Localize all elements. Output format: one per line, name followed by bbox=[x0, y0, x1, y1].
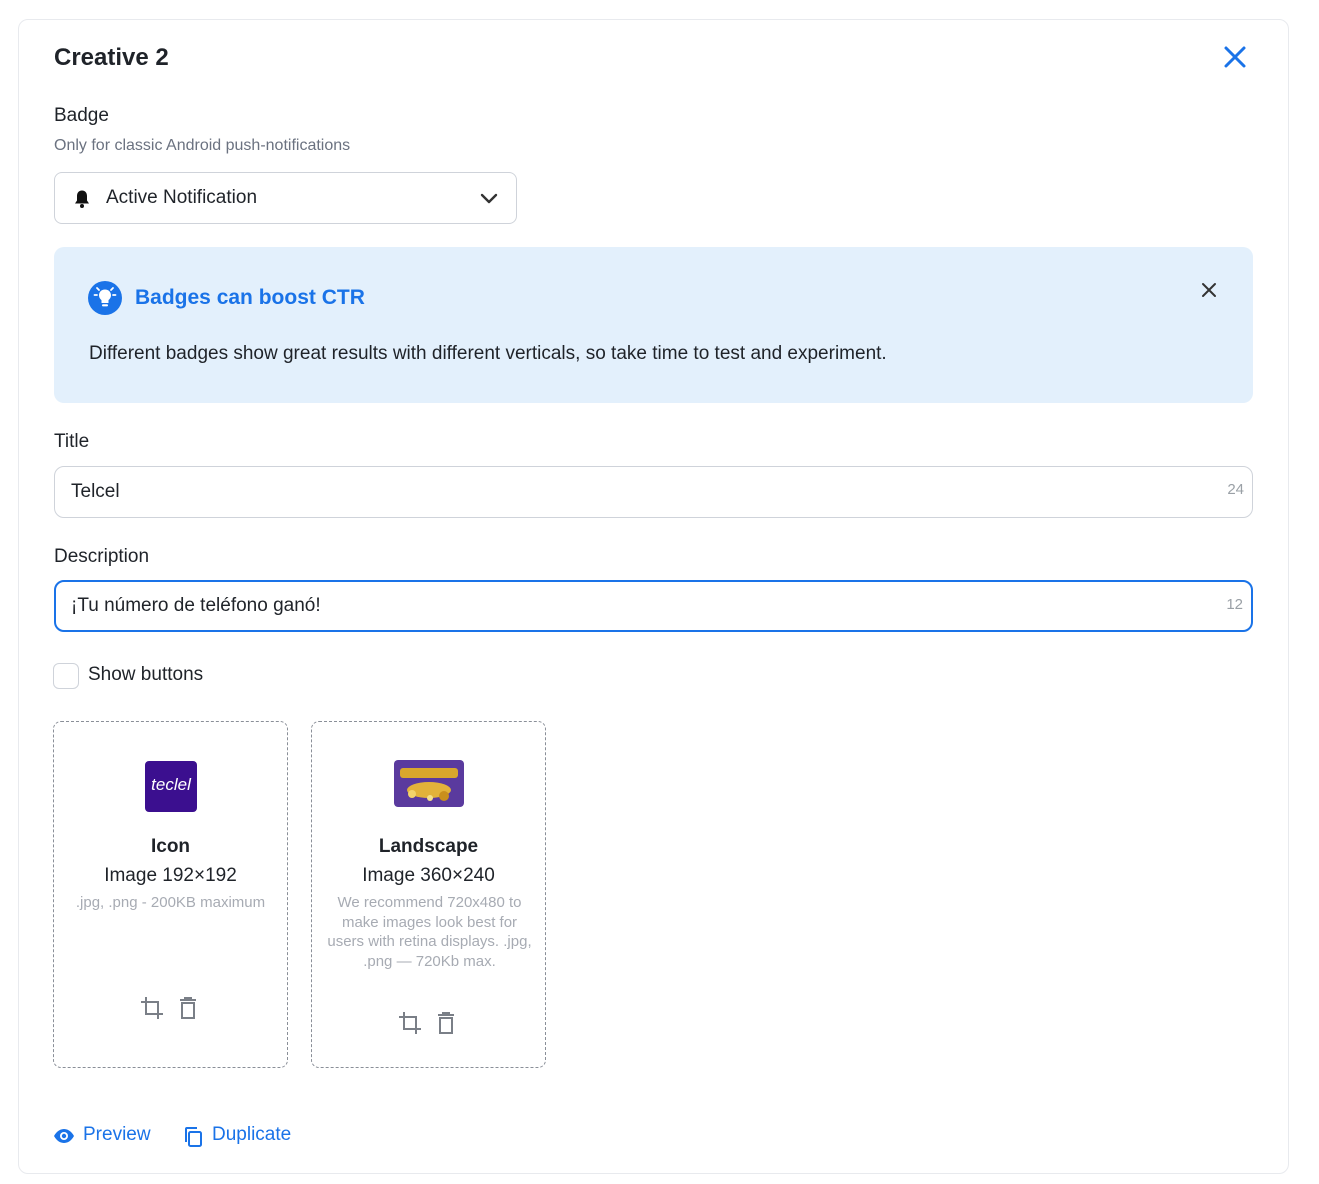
title-input[interactable]: Telcel 24 bbox=[54, 466, 1253, 518]
duplicate-button[interactable]: Duplicate bbox=[183, 1124, 303, 1150]
landscape-upload-hint: We recommend 720x480 to make images look… bbox=[327, 894, 532, 970]
title-char-counter: 24 bbox=[1227, 481, 1244, 498]
badge-selected-value: Active Notification bbox=[106, 187, 258, 208]
eye-icon bbox=[54, 1129, 74, 1143]
card-title: Creative 2 bbox=[54, 44, 169, 71]
lightbulb-icon bbox=[88, 281, 122, 315]
crop-icon[interactable] bbox=[397, 1010, 423, 1036]
preview-label: Preview bbox=[83, 1124, 151, 1145]
icon-upload-size: Image 192×192 bbox=[104, 865, 237, 886]
badge-select[interactable]: Active Notification bbox=[54, 172, 517, 224]
show-buttons-checkbox[interactable] bbox=[53, 663, 79, 689]
copy-icon bbox=[185, 1127, 202, 1147]
info-text: Different badges show great results with… bbox=[89, 343, 887, 364]
title-input-value: Telcel bbox=[71, 481, 120, 502]
title-label: Title bbox=[54, 431, 90, 452]
icon-upload-hint: .jpg, .png - 200KB maximum bbox=[75, 894, 266, 911]
info-title: Badges can boost CTR bbox=[135, 286, 365, 309]
bell-icon bbox=[75, 190, 89, 208]
icon-thumbnail-text: teclel bbox=[151, 775, 191, 794]
chevron-down-icon bbox=[480, 193, 498, 204]
duplicate-label: Duplicate bbox=[212, 1124, 292, 1145]
description-input-value: ¡Tu número de teléfono ganó! bbox=[71, 595, 321, 616]
landscape-image-thumbnail bbox=[394, 760, 464, 807]
preview-button[interactable]: Preview bbox=[53, 1124, 163, 1150]
icon-image-thumbnail: teclel bbox=[145, 761, 197, 812]
icon-upload-title: Icon bbox=[150, 836, 191, 857]
icon-upload-card[interactable]: teclel Icon Image 192×192 .jpg, .png - 2… bbox=[53, 721, 288, 1068]
close-icon[interactable] bbox=[1220, 42, 1250, 72]
landscape-upload-card[interactable]: Landscape Image 360×240 We recommend 720… bbox=[311, 721, 546, 1068]
badge-label: Badge bbox=[54, 105, 109, 126]
description-char-counter: 12 bbox=[1226, 596, 1243, 613]
show-buttons-label: Show buttons bbox=[88, 664, 204, 685]
close-icon[interactable] bbox=[1199, 280, 1219, 300]
trash-icon[interactable] bbox=[433, 1010, 459, 1036]
info-banner: Badges can boost CTR Different badges sh… bbox=[54, 247, 1253, 403]
trash-icon[interactable] bbox=[175, 995, 201, 1021]
landscape-upload-title: Landscape bbox=[378, 836, 479, 857]
description-input[interactable]: ¡Tu número de teléfono ganó! 12 bbox=[54, 580, 1253, 632]
landscape-upload-size: Image 360×240 bbox=[362, 865, 495, 886]
crop-icon[interactable] bbox=[139, 995, 165, 1021]
badge-hint: Only for classic Android push-notificati… bbox=[54, 137, 351, 154]
description-label: Description bbox=[54, 546, 150, 567]
